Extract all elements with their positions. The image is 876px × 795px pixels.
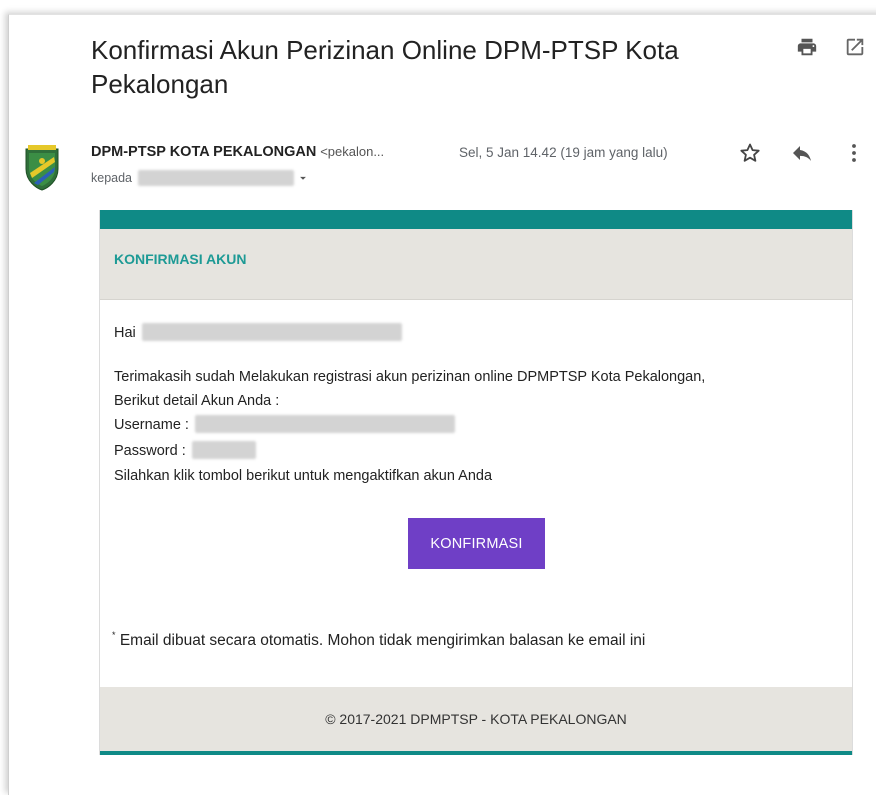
card-bottom-bar bbox=[100, 751, 852, 755]
greeting-text: Hai bbox=[114, 325, 136, 341]
note-asterisk: * bbox=[112, 630, 116, 640]
auto-email-note: * Email dibuat secara otomatis. Mohon ti… bbox=[112, 630, 645, 650]
account-details-label: Berikut detail Akun Anda : bbox=[114, 393, 280, 409]
redacted-name bbox=[141, 323, 402, 341]
card-top-bar bbox=[100, 210, 852, 229]
activation-instruction: Silahkan klik tombol berikut untuk menga… bbox=[114, 468, 493, 484]
open-in-new-icon[interactable] bbox=[844, 36, 866, 58]
greeting-line: Hai bbox=[114, 323, 402, 343]
email-date: Sel, 5 Jan 14.42 (19 jam yang lalu) bbox=[459, 145, 668, 160]
sender-name: DPM-PTSP KOTA PEKALONGAN bbox=[91, 144, 317, 160]
recipient-line: kepada bbox=[91, 170, 310, 186]
footer-copyright: © 2017-2021 DPMPTSP - KOTA PEKALONGAN bbox=[325, 711, 627, 727]
card-footer: © 2017-2021 DPMPTSP - KOTA PEKALONGAN bbox=[100, 687, 852, 751]
recipient-label: kepada bbox=[91, 171, 133, 185]
email-subject: Konfirmasi Akun Perizinan Online DPM-PTS… bbox=[91, 35, 679, 99]
redacted-username bbox=[194, 415, 455, 433]
sender-email: <pekalon... bbox=[320, 144, 385, 159]
printer-icon[interactable] bbox=[796, 36, 818, 58]
reply-icon[interactable] bbox=[790, 141, 814, 165]
sender-avatar bbox=[25, 145, 59, 191]
more-vert-icon[interactable] bbox=[842, 141, 866, 165]
redacted-recipient bbox=[138, 170, 295, 186]
star-icon[interactable] bbox=[738, 141, 762, 165]
sender-line: DPM-PTSP KOTA PEKALONGAN <pekalon... bbox=[91, 143, 384, 160]
note-text: Email dibuat secara otomatis. Mohon tida… bbox=[119, 632, 646, 649]
username-label: Username : bbox=[114, 417, 189, 433]
redacted-password bbox=[191, 441, 256, 459]
registration-text: Terimakasih sudah Melakukan registrasi a… bbox=[114, 369, 706, 385]
password-line: Password : bbox=[114, 441, 256, 461]
password-label: Password : bbox=[114, 443, 186, 459]
card-title: KONFIRMASI AKUN bbox=[114, 251, 247, 267]
konfirmasi-button[interactable]: KONFIRMASI bbox=[408, 518, 545, 569]
caret-down-icon[interactable] bbox=[296, 171, 310, 185]
email-card: KONFIRMASI AKUN Hai Terimakasih sudah Me… bbox=[99, 210, 853, 755]
username-line: Username : bbox=[114, 415, 455, 435]
